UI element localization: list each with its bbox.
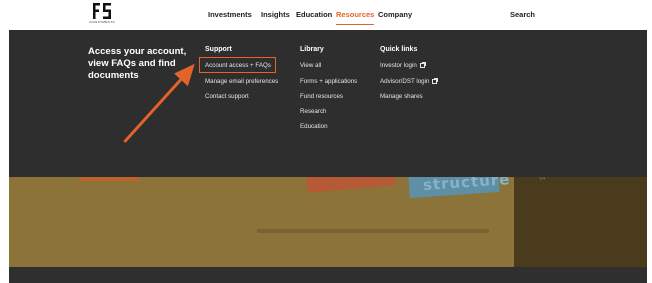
page-frame: INVESTMENTS Investments Insights Educati…	[9, 0, 647, 283]
hero-shadow	[257, 229, 489, 233]
menu-link-research[interactable]: Research	[300, 108, 326, 115]
menu-link-manage-shares[interactable]: Manage shares	[380, 93, 423, 100]
advisor-login-label: Advisor/DST login	[380, 78, 430, 85]
nav-search[interactable]: Search	[510, 10, 535, 19]
support-heading: Support	[205, 46, 232, 53]
hero-backdrop: structure V4	[9, 177, 647, 267]
hero-tag: V4	[539, 177, 546, 182]
menu-link-view-all[interactable]: View all	[300, 62, 321, 69]
nav-item-company[interactable]: Company	[378, 10, 412, 19]
resources-mega-menu: Access your account, view FAQs and find …	[9, 30, 647, 177]
menu-link-advisor-login[interactable]: Advisor/DST login	[380, 77, 439, 85]
logo-subtext: INVESTMENTS	[89, 20, 115, 24]
menu-link-manage-email[interactable]: Manage email preferences	[205, 78, 278, 85]
fs-logo[interactable]: INVESTMENTS	[87, 3, 117, 27]
menu-link-fund-resources[interactable]: Fund resources	[300, 93, 343, 100]
highlight-box	[199, 57, 276, 73]
menu-link-contact-support[interactable]: Contact support	[205, 93, 249, 100]
hero-card-text: structure	[422, 177, 511, 195]
library-heading: Library	[300, 46, 324, 53]
investor-login-label: Investor login	[380, 62, 417, 69]
footer-band	[9, 267, 647, 283]
menu-link-investor-login[interactable]: Investor login	[380, 61, 426, 69]
nav-item-resources[interactable]: Resources	[336, 10, 375, 25]
menu-intro-text: Access your account, view FAQs and find …	[88, 46, 187, 81]
hero-dark-panel	[514, 177, 647, 267]
external-link-icon	[432, 77, 439, 84]
nav-item-investments[interactable]: Investments	[208, 10, 252, 19]
external-link-icon	[419, 61, 426, 68]
quick-links-heading: Quick links	[380, 46, 418, 53]
hero-orange-strip	[79, 177, 139, 181]
top-navigation: INVESTMENTS Investments Insights Educati…	[9, 0, 647, 30]
menu-link-forms-applications[interactable]: Forms + applications	[300, 78, 357, 85]
logo-mark-icon	[93, 3, 111, 19]
menu-link-education[interactable]: Education	[300, 123, 328, 130]
nav-item-insights[interactable]: Insights	[261, 10, 290, 19]
nav-item-education[interactable]: Education	[296, 10, 332, 19]
